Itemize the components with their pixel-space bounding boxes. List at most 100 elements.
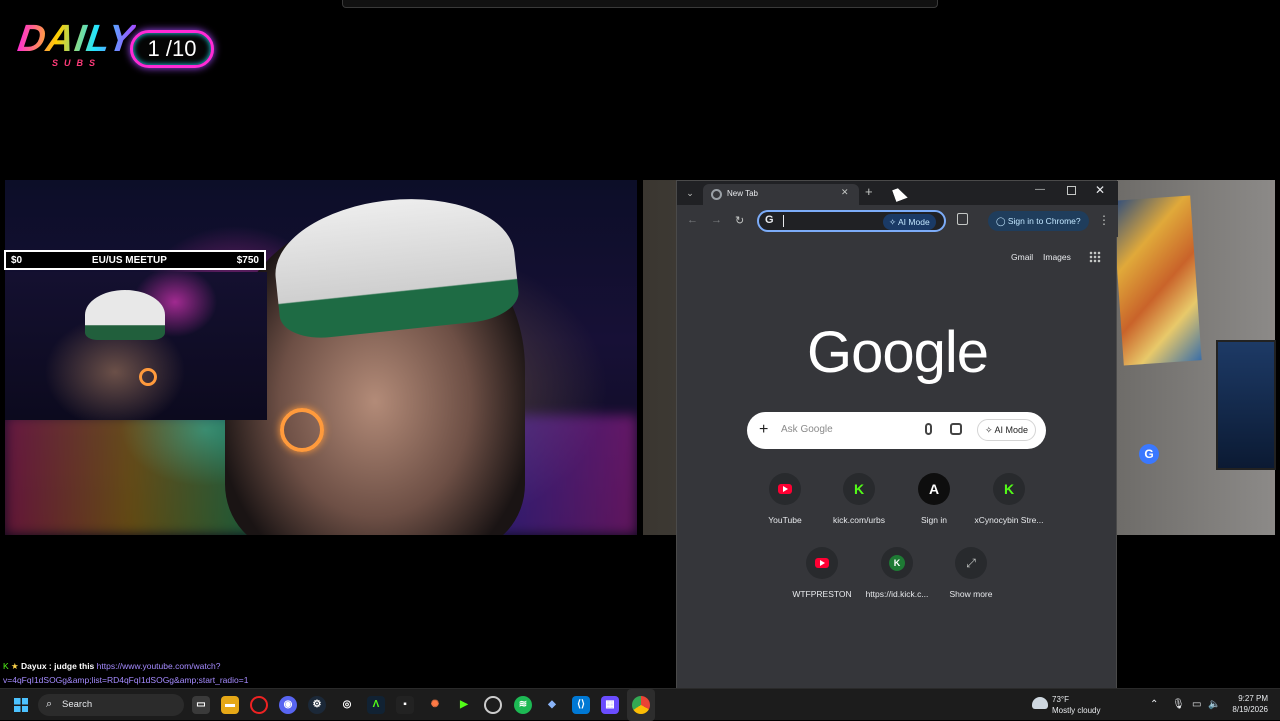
- inset-hat: [85, 290, 165, 340]
- address-bar[interactable]: G ✧ AI Mode: [757, 210, 946, 232]
- star-badge-icon: ★: [11, 661, 19, 671]
- toolbar: ← → ↻ G ✧ AI Mode ◯ Sign in to Chrome? ⋮: [677, 205, 1118, 237]
- extensions-puzzle-icon[interactable]: [957, 213, 968, 225]
- add-plus-icon[interactable]: +: [759, 420, 768, 440]
- chat-link[interactable]: https://www.youtube.com/watch?: [97, 661, 221, 671]
- youtube-icon: [815, 558, 829, 568]
- shortcut-icon-circle: A: [918, 473, 950, 505]
- search-icon: ⌕: [46, 698, 53, 710]
- search-ai-mode-label: AI Mode: [994, 425, 1029, 435]
- goal-title: EU/US MEETUP: [91, 254, 167, 266]
- logo-text: DAILY: [15, 18, 138, 60]
- profile-icon: ◯: [996, 216, 1008, 226]
- shortcut-wtfpreston[interactable]: WTFPRESTON: [782, 547, 862, 599]
- gmail-link[interactable]: Gmail: [1011, 252, 1033, 262]
- vscode-icon[interactable]: ⟨⟩: [572, 696, 590, 714]
- shortcut-sign-in[interactable]: A Sign in: [894, 473, 974, 525]
- back-arrow-icon[interactable]: ←: [687, 214, 698, 226]
- shortcut-xcynocybin[interactable]: K xCynocybin Stre...: [969, 473, 1049, 525]
- tab-search-chevron-icon[interactable]: ⌄: [683, 186, 697, 200]
- taskbar-search-box[interactable]: ⌕ Search: [38, 694, 184, 716]
- close-icon[interactable]: ✕: [1095, 183, 1105, 197]
- microphone-icon[interactable]: [925, 423, 932, 435]
- clock-date[interactable]: 8/19/2026: [1224, 705, 1268, 714]
- kick-icon: K: [853, 481, 865, 497]
- google-g-icon: G: [765, 214, 774, 226]
- file-explorer-icon[interactable]: ▬: [221, 696, 239, 714]
- weather-temperature: 73°F: [1052, 695, 1069, 704]
- kick-icon: K: [1003, 481, 1015, 497]
- shortcut-label: https://id.kick.c...: [865, 589, 929, 599]
- discord-icon[interactable]: ◉: [279, 696, 297, 714]
- speaker-icon[interactable]: 🔈: [1208, 699, 1220, 710]
- google-search-box[interactable]: + Ask Google ✧ AI Mode: [747, 412, 1046, 449]
- kick-app-icon[interactable]: Λ: [367, 696, 385, 714]
- maximize-icon[interactable]: [1067, 186, 1076, 195]
- chat-message: K ★ Dayux : judge this https://www.youtu…: [3, 659, 303, 687]
- new-tab-button[interactable]: +: [865, 185, 873, 199]
- chrome-tab-icon: [711, 189, 722, 200]
- google-apps-grid-icon[interactable]: [1089, 251, 1101, 263]
- shortcut-label: xCynocybin Stre...: [974, 515, 1044, 525]
- steam-icon[interactable]: ⚙: [308, 696, 326, 714]
- shortcut-id-kick[interactable]: K https://id.kick.c...: [857, 547, 937, 599]
- tab-title: New Tab: [727, 189, 758, 198]
- chevron-up-icon[interactable]: ⌃: [1150, 699, 1158, 710]
- omnibox-ai-mode-label: AI Mode: [898, 217, 930, 227]
- goal-start: $0: [11, 254, 23, 266]
- microphone-tray-icon[interactable]: 🎙: [1172, 699, 1185, 710]
- sign-in-chrome-button[interactable]: ◯ Sign in to Chrome?: [988, 211, 1089, 231]
- omnibox-ai-mode-button[interactable]: ✧ AI Mode: [883, 214, 936, 230]
- trucker-hat: [268, 187, 522, 343]
- guitar-logo: G: [1139, 444, 1159, 464]
- shortcut-label: kick.com/urbs: [833, 515, 885, 525]
- reload-icon[interactable]: ↻: [735, 214, 744, 227]
- youtube-icon: [778, 484, 792, 494]
- spotify-icon[interactable]: ≋: [514, 696, 532, 714]
- task-view-icon[interactable]: ▭: [192, 696, 210, 714]
- inset-webcam: [5, 272, 267, 420]
- microphone-ring: [280, 408, 324, 452]
- chatgpt-icon[interactable]: [484, 696, 502, 714]
- chat-link-continued[interactable]: v=4qFqI1dSOGg&amp;list=RD4qFqI1dSOGg&amp…: [3, 675, 248, 685]
- chat-username: Dayux :: [21, 661, 52, 671]
- tab-new-tab[interactable]: New Tab ✕: [703, 184, 859, 205]
- google-lens-icon[interactable]: [950, 423, 962, 435]
- app-icon[interactable]: ▪: [396, 696, 414, 714]
- shortcut-icon-circle: [769, 473, 801, 505]
- opera-icon[interactable]: [250, 696, 268, 714]
- diamond-icon[interactable]: ◆: [543, 696, 561, 714]
- windows-taskbar: ⌕ Search ▭ ▬ ◉ ⚙ ◎ Λ ▪ ✺ ▶ ≋ ◆ ⟨⟩ ▦ 73°F…: [0, 688, 1280, 721]
- ai-mode-icon: ✧: [985, 425, 995, 435]
- k-circle-icon: K: [889, 555, 905, 571]
- taskbar-search-label: Search: [62, 699, 93, 710]
- grid-app-icon[interactable]: ▦: [601, 696, 619, 714]
- shortcut-icon-circle: K: [843, 473, 875, 505]
- forward-arrow-icon[interactable]: →: [711, 214, 722, 226]
- search-ai-mode-button[interactable]: ✧ AI Mode: [977, 419, 1037, 441]
- weather-description: Mostly cloudy: [1052, 706, 1101, 715]
- tab-close-icon[interactable]: ✕: [841, 187, 849, 198]
- clock-time[interactable]: 9:27 PM: [1228, 694, 1268, 703]
- shortcut-icon-circle: ⤢: [955, 547, 987, 579]
- chrome-window[interactable]: ⌄ New Tab ✕ + — ✕ ← → ↻ G ✧ AI Mode ◯ Si…: [676, 180, 1118, 690]
- shortcut-icon-circle: K: [881, 547, 913, 579]
- minimize-icon[interactable]: —: [1035, 184, 1045, 195]
- images-link[interactable]: Images: [1043, 252, 1071, 262]
- search-input[interactable]: Ask Google: [781, 424, 833, 435]
- obs-icon[interactable]: ◎: [338, 696, 356, 714]
- shortcut-youtube[interactable]: YouTube: [745, 473, 825, 525]
- shortcut-show-more[interactable]: ⤢ Show more: [931, 547, 1011, 599]
- more-menu-icon[interactable]: ⋮: [1098, 213, 1110, 227]
- google-logo: Google: [806, 320, 989, 385]
- sub-counter: 1 /10: [130, 30, 214, 68]
- display-icon[interactable]: ▭: [1192, 699, 1201, 710]
- shortcut-label: YouTube: [768, 515, 802, 525]
- windows-start-icon[interactable]: [14, 698, 28, 712]
- spark-icon[interactable]: ✺: [426, 696, 444, 714]
- shortcut-label: Sign in: [921, 515, 947, 525]
- play-icon[interactable]: ▶: [455, 696, 473, 714]
- chrome-icon[interactable]: [632, 696, 650, 714]
- ai-mode-icon: ✧: [889, 217, 899, 227]
- shortcut-kick-urbs[interactable]: K kick.com/urbs: [819, 473, 899, 525]
